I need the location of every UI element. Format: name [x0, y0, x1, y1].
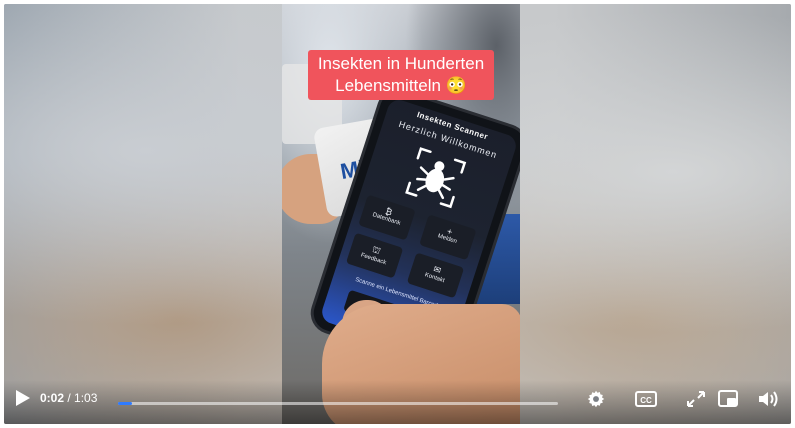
bug-scan-icon [405, 147, 467, 209]
picture-in-picture-icon[interactable] [716, 388, 740, 410]
video-frame[interactable]: Mi Insekten Scanner Herzlich Willkommen [282, 4, 520, 424]
time-separator: / [64, 391, 75, 405]
fullscreen-icon[interactable] [684, 388, 708, 410]
tile-datenbank: ₿ Datenbank [358, 194, 416, 241]
video-caption: Insekten in Hunderten Lebensmitteln 😳 [308, 50, 494, 100]
progress-fill [118, 402, 133, 405]
caption-line-1: Insekten in Hunderten [317, 54, 485, 73]
time-display: 0:02 / 1:03 [40, 391, 97, 405]
closed-captions-icon[interactable]: CC [634, 388, 658, 410]
svg-text:CC: CC [640, 396, 652, 405]
play-icon[interactable] [12, 388, 32, 408]
volume-icon[interactable] [756, 388, 780, 410]
tile-melden: + Melden [419, 214, 477, 261]
tile-kontakt: ✉ Kontakt [406, 252, 465, 299]
caption-line-2: Lebensmitteln 😳 [335, 76, 467, 95]
progress-bar[interactable] [118, 402, 558, 405]
video-player[interactable]: Mi Insekten Scanner Herzlich Willkommen [4, 4, 791, 424]
current-time: 0:02 [40, 391, 65, 405]
duration: 1:03 [74, 391, 98, 405]
gear-icon[interactable] [584, 388, 608, 410]
tile-feedback: ⛫ Feedback [345, 232, 404, 279]
